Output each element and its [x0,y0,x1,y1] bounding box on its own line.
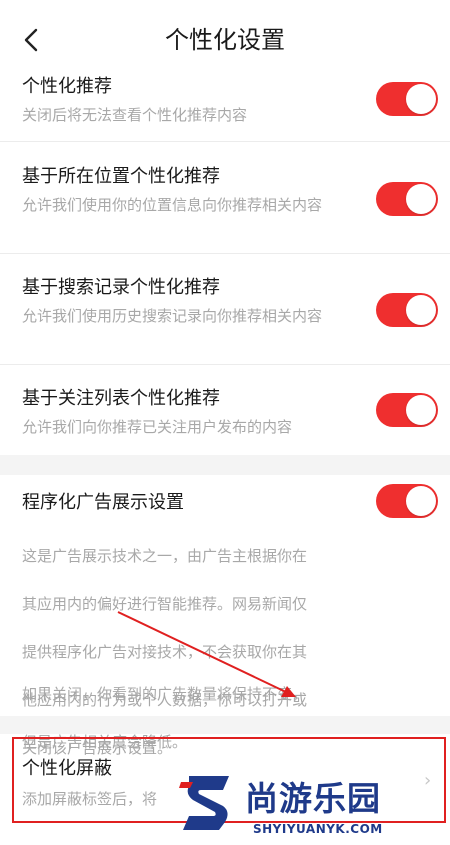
watermark-url: SHYIYUANYK.COM [253,822,383,836]
watermark: 尚游乐园 SHYIYUANYK.COM [175,768,445,842]
watermark-logo-icon [179,776,229,830]
annotation-arrow-icon [117,611,296,697]
watermark-brand: 尚游乐园 [245,779,381,818]
